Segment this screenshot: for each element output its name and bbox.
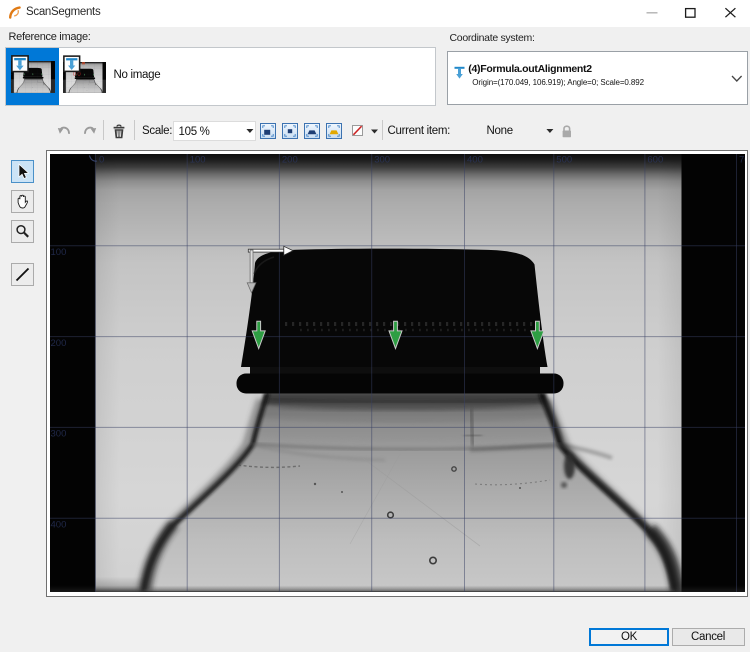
svg-text:200: 200 [281,155,297,166]
svg-text:500: 500 [556,155,572,166]
svg-text:600: 600 [647,155,663,166]
svg-text:100: 100 [50,247,66,258]
svg-text:400: 400 [50,520,66,531]
svg-text:0: 0 [99,155,104,166]
svg-text:300: 300 [50,429,66,440]
svg-text:200: 200 [50,338,66,349]
svg-text:100: 100 [189,155,205,166]
svg-text:400: 400 [467,155,483,166]
svg-text:700: 700 [739,155,745,166]
svg-text:0 0: 0 0 [73,72,81,78]
svg-text:300: 300 [374,155,390,166]
